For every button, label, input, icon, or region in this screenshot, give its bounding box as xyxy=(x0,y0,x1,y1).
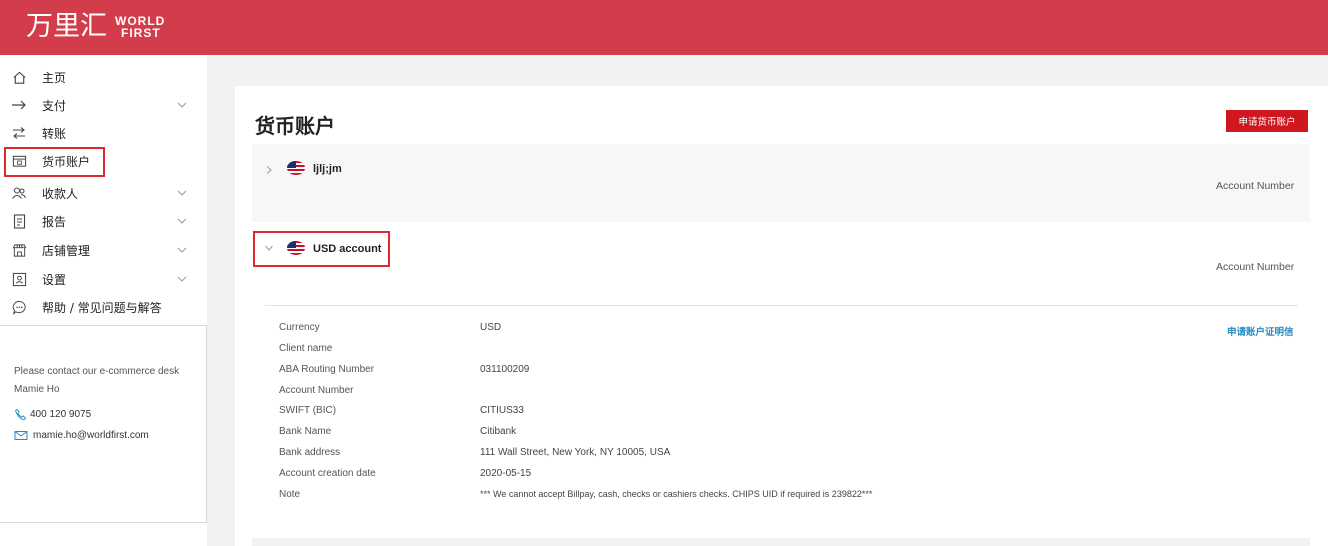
sidebar-item-store-management[interactable]: 店铺管理 xyxy=(0,236,207,264)
worldfirst-logo[interactable]: 万里汇 WORLD FIRST xyxy=(26,12,165,42)
chevron-down-icon[interactable] xyxy=(176,99,188,111)
sidebar-item-label: 报告 xyxy=(42,214,67,229)
detail-label: Account creation date xyxy=(279,468,376,479)
details-divider xyxy=(265,305,1298,306)
detail-value: CITIUS33 xyxy=(480,405,524,416)
contact-phone-row[interactable]: 400 120 9075 xyxy=(14,408,91,421)
help-icon xyxy=(11,299,27,315)
page-title: 货币账户 xyxy=(255,114,335,138)
sidebar-item-help[interactable]: 帮助 / 常见问题与解答 xyxy=(0,293,207,321)
contact-email: mamie.ho@worldfirst.com xyxy=(33,430,149,441)
account-number-label: Account Number xyxy=(1216,180,1295,192)
phone-icon xyxy=(14,408,27,421)
chevron-down-icon[interactable] xyxy=(176,273,188,285)
detail-value: 031100209 xyxy=(480,364,530,375)
account-name: ljlj;jm xyxy=(313,163,342,175)
account-row-expanded[interactable]: USD account Account Number xyxy=(252,225,1310,293)
contact-name: Mamie Ho xyxy=(14,384,60,395)
us-flag-icon xyxy=(287,161,305,175)
sidebar-item-reports[interactable]: 报告 xyxy=(0,207,207,235)
annotation-highlight-usd-account xyxy=(253,231,390,267)
contact-phone: 400 120 9075 xyxy=(30,409,92,420)
home-icon xyxy=(11,69,27,85)
account-number-label: Account Number xyxy=(1216,261,1295,273)
logo-english-text: WORLD FIRST xyxy=(115,15,165,39)
arrow-right-icon xyxy=(11,97,27,113)
contact-email-row[interactable]: mamie.ho@worldfirst.com xyxy=(14,430,149,441)
detail-label: ABA Routing Number xyxy=(279,364,375,375)
request-account-certificate-link[interactable]: 申请账户证明信 xyxy=(1227,324,1294,338)
store-icon xyxy=(11,242,27,258)
sidebar-item-label: 主页 xyxy=(42,70,67,85)
chevron-right-icon[interactable] xyxy=(264,165,274,175)
contact-intro: Please contact our e-commerce desk xyxy=(14,366,180,377)
detail-value: *** We cannot accept Billpay, cash, chec… xyxy=(480,489,873,499)
report-icon xyxy=(11,213,27,229)
users-icon xyxy=(11,185,27,201)
chevron-down-icon[interactable] xyxy=(176,244,188,256)
detail-value: 111 Wall Street, New York, NY 10005, USA xyxy=(480,447,671,458)
detail-label: Account Number xyxy=(279,385,354,396)
sidebar-item-label: 帮助 / 常见问题与解答 xyxy=(42,300,162,315)
sidebar-item-label: 店铺管理 xyxy=(42,243,91,258)
logo-chinese-text: 万里汇 xyxy=(26,11,107,42)
sidebar-item-label: 设置 xyxy=(42,272,67,287)
detail-value: Citibank xyxy=(480,426,517,437)
detail-label: Client name xyxy=(279,343,333,354)
apply-currency-account-button[interactable]: 申请货币账户 xyxy=(1226,110,1308,132)
sidebar-item-label: 转账 xyxy=(42,126,67,141)
sidebar-item-home[interactable]: 主页 xyxy=(0,63,207,91)
detail-label: Bank address xyxy=(279,447,341,458)
sidebar-item-label: 收款人 xyxy=(42,186,79,201)
chevron-down-icon[interactable] xyxy=(176,215,188,227)
contact-card: Please contact our e-commerce desk Mamie… xyxy=(0,325,207,523)
sidebar-item-payments[interactable]: 支付 xyxy=(0,91,207,119)
detail-value: 2020-05-15 xyxy=(480,468,532,479)
next-row-edge xyxy=(252,538,1310,546)
detail-label: Bank Name xyxy=(279,426,332,437)
detail-label: Note xyxy=(279,489,301,500)
detail-label: Currency xyxy=(279,322,320,333)
annotation-highlight-currency-accounts xyxy=(4,147,105,177)
mail-icon xyxy=(14,431,28,440)
settings-icon xyxy=(11,271,27,287)
sidebar: 主页 支付 转账 货币账户 收款人 报告 店铺管理 设置 帮助 / 常见问题与解… xyxy=(0,55,207,546)
account-row[interactable]: ljlj;jm Account Number xyxy=(252,144,1310,222)
sidebar-item-settings[interactable]: 设置 xyxy=(0,265,207,293)
detail-value: USD xyxy=(480,322,502,333)
transfer-icon xyxy=(11,125,27,141)
top-bar: 万里汇 WORLD FIRST xyxy=(0,0,1328,55)
sidebar-item-transfer[interactable]: 转账 xyxy=(0,119,207,147)
sidebar-item-payees[interactable]: 收款人 xyxy=(0,179,207,207)
sidebar-item-label: 支付 xyxy=(42,98,67,113)
detail-label: SWIFT (BIC) xyxy=(279,405,337,416)
logo-en-line2: FIRST xyxy=(121,26,161,40)
chevron-down-icon[interactable] xyxy=(176,187,188,199)
